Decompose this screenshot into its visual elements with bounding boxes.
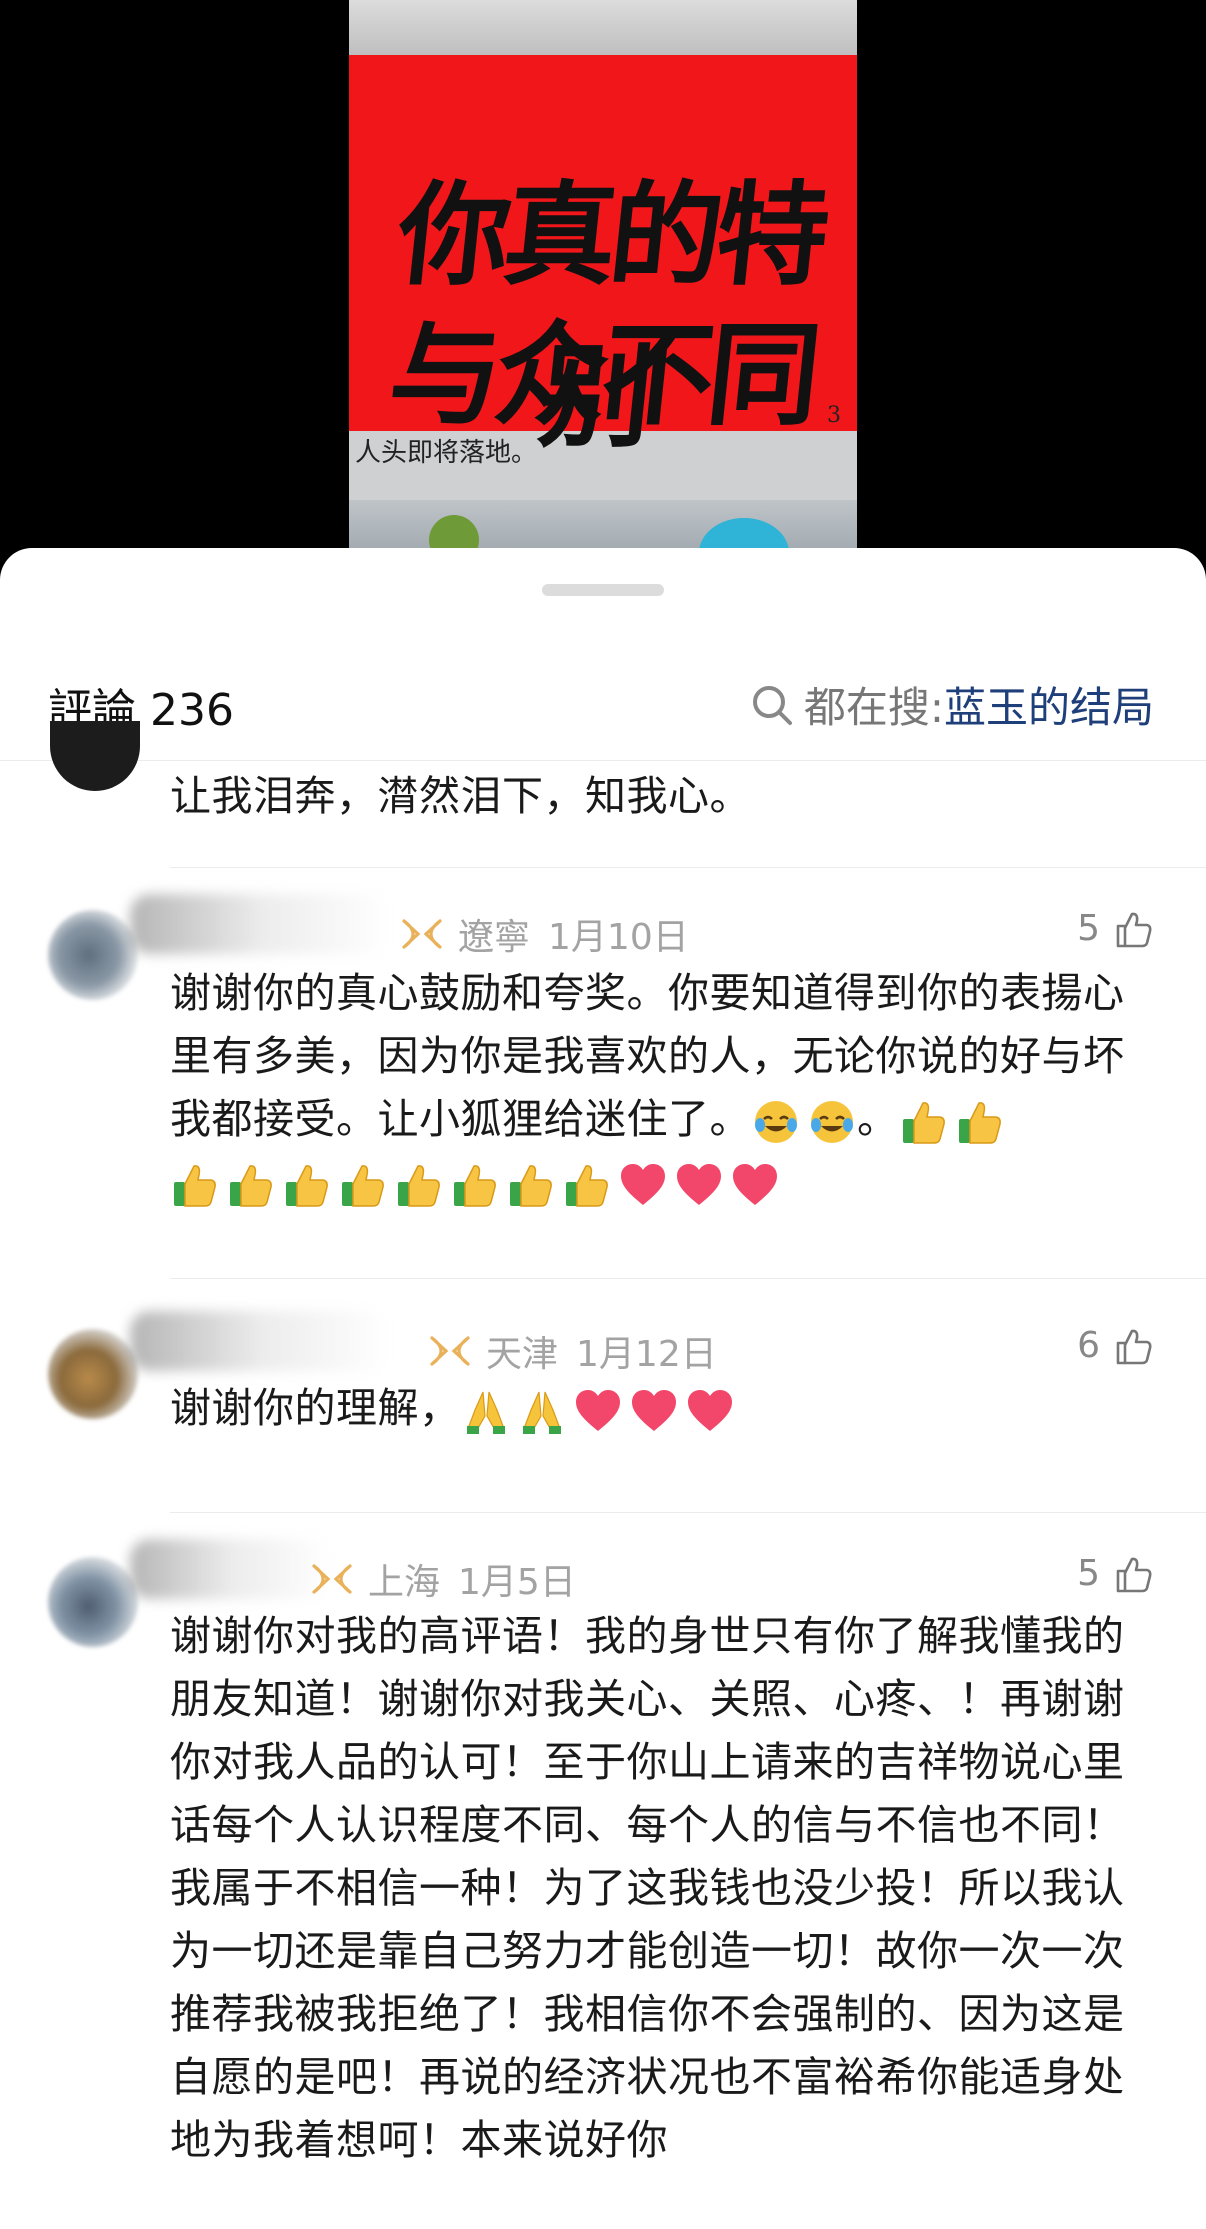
comment-location: 上海	[368, 1562, 441, 1603]
emoji-group	[461, 1386, 735, 1436]
folded-hands-emoji-icon	[522, 1391, 561, 1434]
comment-body: 谢谢你的理解，	[170, 1377, 1160, 1440]
page-number: 3	[827, 403, 841, 428]
comment-divider	[170, 1278, 1206, 1279]
red-banner: 你真的特别 与众不同 3	[349, 55, 857, 463]
comment-body: 让我泪奔，潸然泪下，知我心。	[170, 772, 751, 820]
comment-text-suffix: 。	[857, 1095, 899, 1143]
like-count: 5	[1077, 908, 1100, 949]
search-prefix: 都在搜:	[803, 683, 944, 732]
image-caption: 人头即将落地。	[355, 438, 538, 468]
thumbs-up-emoji-icon	[342, 1165, 384, 1207]
comment-body: 谢谢你的真心鼓励和夸奖。你要知道得到你的表揚心里有多美，因为你是我喜欢的人，无论…	[170, 962, 1160, 1214]
thumbs-up-emoji-icon	[902, 1102, 945, 1144]
emoji-group-cry	[751, 1097, 857, 1147]
trending-search[interactable]: 都在搜: 蓝玉的结局	[750, 674, 1154, 735]
vip-badge-icon	[402, 919, 442, 949]
thumbs-up-emoji-icon	[454, 1165, 496, 1207]
like-count: 6	[1077, 1325, 1100, 1366]
search-icon	[752, 685, 792, 725]
comment-date: 1月5日	[458, 1562, 576, 1603]
username-blurred[interactable]	[130, 1539, 330, 1599]
search-term-link[interactable]: 蓝玉的结局	[944, 674, 1154, 735]
like-button[interactable]: 5	[1077, 1553, 1154, 1594]
heart-emoji-icon	[687, 1390, 732, 1431]
thumbs-up-emoji-icon	[174, 1165, 216, 1207]
like-count: 5	[1077, 1553, 1100, 1594]
thumbs-up-emoji-icon	[286, 1165, 328, 1207]
comment-body: 谢谢你对我的高评语！我的身世只有你了解我懂我的朋友知道！谢谢你对我关心、关照、心…	[170, 1612, 1125, 2164]
post-image[interactable]: 你真的特别 与众不同 3 人头即将落地。	[349, 0, 857, 560]
heart-emoji-icon	[621, 1164, 665, 1205]
laugh-cry-emoji-icon	[755, 1101, 797, 1143]
username-blurred[interactable]	[130, 1311, 390, 1371]
heart-emoji-icon	[575, 1390, 620, 1431]
comment-meta: 上海 1月5日	[310, 1553, 576, 1605]
thumbs-up-emoji-icon	[398, 1165, 440, 1207]
comments-count: 236	[150, 685, 234, 736]
comment-date: 1月12日	[576, 1334, 717, 1375]
vip-badge-icon	[312, 1564, 352, 1594]
thumbs-up-outline-icon	[1116, 912, 1152, 947]
comment-divider	[170, 1512, 1206, 1513]
username-blurred[interactable]	[130, 894, 390, 954]
image-top-strip	[349, 0, 857, 55]
thumbs-up-emoji-icon	[510, 1165, 552, 1207]
header-divider	[0, 760, 1206, 761]
calligraphy-line-2: 与众不同	[383, 310, 821, 441]
avatar[interactable]	[50, 721, 140, 791]
folded-hands-emoji-icon	[466, 1391, 505, 1434]
emoji-group-thumbs-a	[899, 1097, 1005, 1147]
heart-emoji-icon	[677, 1164, 721, 1205]
comment-date: 1月10日	[548, 917, 689, 958]
vip-badge-icon	[430, 1336, 470, 1366]
thumbs-up-outline-icon	[1116, 1557, 1152, 1592]
comment-divider	[170, 867, 1206, 868]
like-button[interactable]: 5	[1077, 908, 1154, 949]
thumbs-up-outline-icon	[1116, 1329, 1152, 1364]
heart-emoji-icon	[733, 1164, 777, 1205]
sheet-grabber[interactable]	[542, 584, 664, 596]
comment-meta: 遼寧 1月10日	[400, 908, 689, 960]
thumbs-up-emoji-icon	[566, 1165, 608, 1207]
comments-sheet: 評論 236 都在搜: 蓝玉的结局 让我泪奔，潸然泪下，知我心。 遼寧 1月10…	[0, 548, 1206, 2229]
thumbs-up-emoji-icon	[958, 1102, 1001, 1144]
thumbs-up-emoji-icon	[230, 1165, 272, 1207]
comment-location: 天津	[486, 1334, 559, 1375]
comments-header: 評論 236 都在搜: 蓝玉的结局	[0, 658, 1206, 738]
heart-emoji-icon	[631, 1390, 676, 1431]
avatar[interactable]	[48, 1329, 138, 1419]
avatar[interactable]	[48, 910, 138, 1000]
avatar[interactable]	[48, 1557, 138, 1647]
comment-text: 谢谢你的理解，	[170, 1384, 461, 1432]
comment-location: 遼寧	[458, 917, 531, 958]
like-button[interactable]: 6	[1077, 1325, 1154, 1366]
comment-meta: 天津 1月12日	[428, 1325, 717, 1377]
emoji-group-thumbs-b	[170, 1160, 780, 1210]
laugh-cry-emoji-icon	[811, 1101, 853, 1143]
